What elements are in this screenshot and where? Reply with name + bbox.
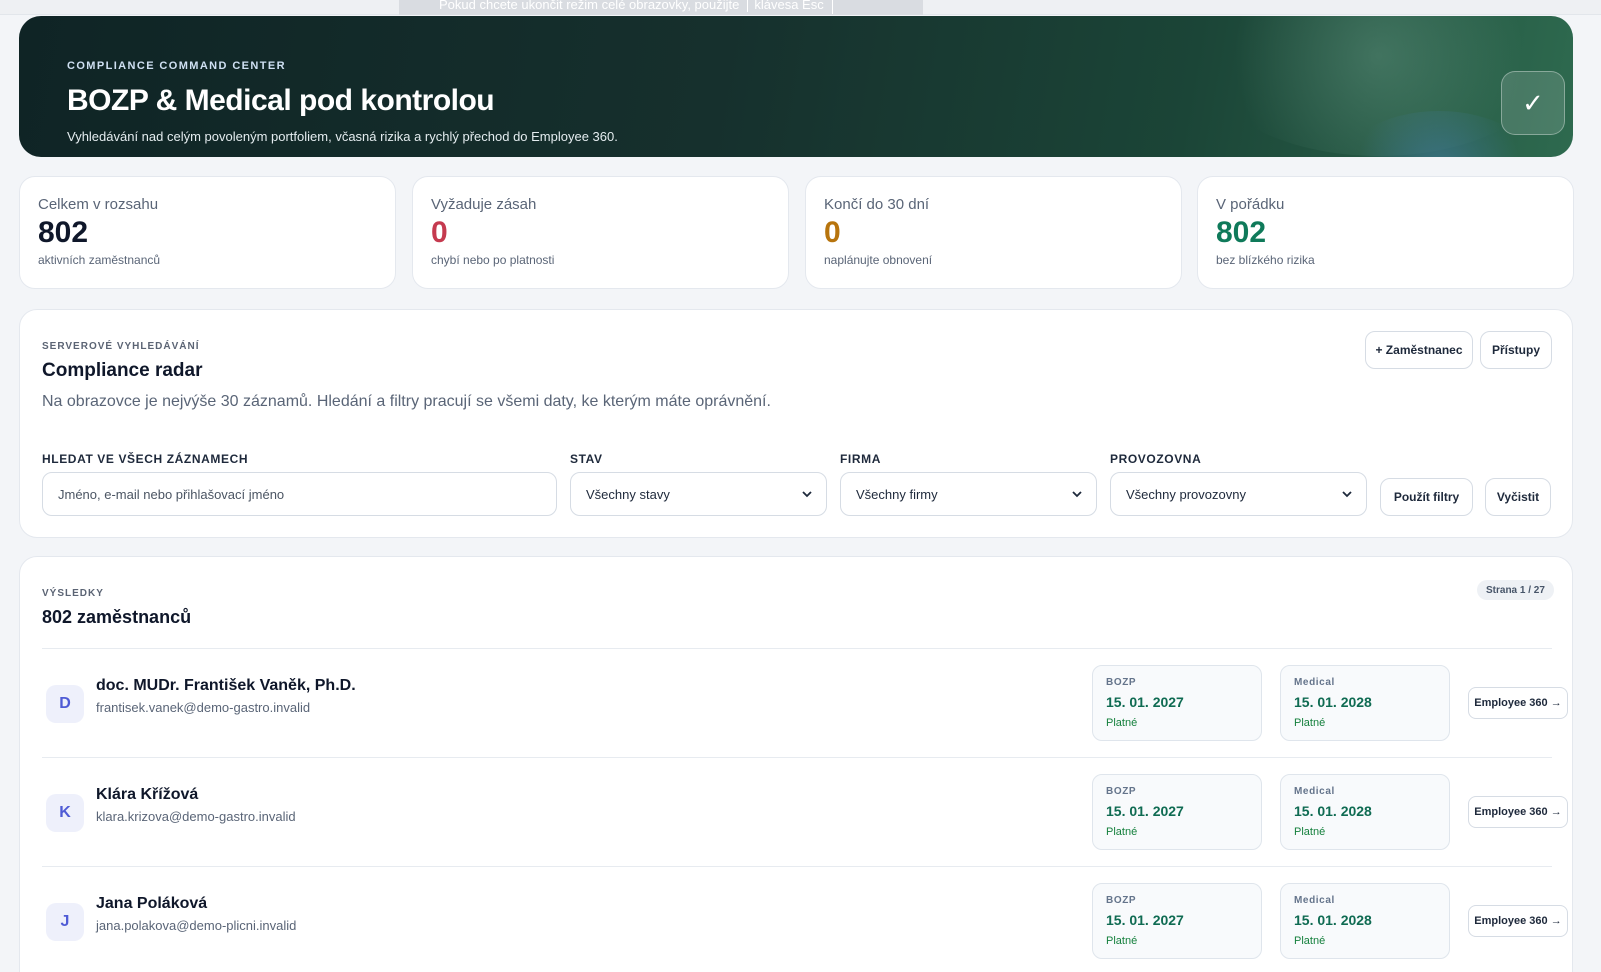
avatar: D: [46, 685, 84, 723]
search-description: Na obrazovce je nejvýše 30 záznamů. Hled…: [42, 393, 771, 410]
cert-kind: Medical: [1294, 786, 1335, 797]
chevron-down-icon: [1072, 491, 1082, 498]
stat-card-total: Celkem v rozsahu 802 aktivních zaměstnan…: [19, 176, 396, 289]
hero-subtitle: Vyhledávání nad celým povoleným portfoli…: [67, 129, 618, 144]
search-panel: SERVEROVÉ VYHLEDÁVÁNÍ Compliance radar N…: [19, 309, 1573, 538]
chevron-down-icon: [802, 491, 812, 498]
site-label: PROVOZOVNA: [1110, 452, 1202, 466]
check-icon: ✓: [1501, 71, 1565, 135]
cert-date: 15. 01. 2028: [1294, 694, 1372, 710]
results-kicker: VÝSLEDKY: [42, 588, 104, 599]
stat-label: Vyžaduje zásah: [431, 196, 537, 213]
results-title: 802 zaměstnanců: [42, 607, 192, 627]
fullscreen-hint: Pokud chcete ukončit režim celé obrazovk…: [399, 0, 923, 15]
stat-note: chybí nebo po platnosti: [431, 253, 555, 267]
employee-row[interactable]: D doc. MUDr. František Vaněk, Ph.D. fran…: [42, 648, 1568, 757]
cert-date: 15. 01. 2028: [1294, 912, 1372, 928]
status-label: STAV: [570, 452, 603, 466]
cert-kind: Medical: [1294, 677, 1335, 688]
company-label: FIRMA: [840, 452, 881, 466]
employee-360-button[interactable]: Employee 360 →: [1468, 796, 1568, 828]
employee-email: klara.krizova@demo-gastro.invalid: [96, 809, 296, 824]
bozp-card: BOZP 15. 01. 2027 Platné: [1092, 883, 1262, 959]
cert-status: Platné: [1106, 717, 1138, 729]
cert-status: Platné: [1106, 935, 1138, 947]
employee-email: jana.polakova@demo-plicni.invalid: [96, 918, 297, 933]
cert-status: Platné: [1294, 826, 1326, 838]
employee-name: doc. MUDr. František Vaněk, Ph.D.: [96, 677, 356, 694]
stat-note: aktivních zaměstnanců: [38, 253, 161, 267]
bozp-card: BOZP 15. 01. 2027 Platné: [1092, 665, 1262, 741]
cert-kind: BOZP: [1106, 895, 1137, 906]
company-select[interactable]: Všechny firmy: [840, 472, 1097, 516]
company-select-value: Všechny firmy: [856, 486, 938, 502]
stat-value: 0: [824, 216, 841, 249]
stat-value: 802: [1216, 216, 1267, 249]
employee-name: Jana Poláková: [96, 895, 208, 912]
hero-kicker: COMPLIANCE COMMAND CENTER: [67, 60, 286, 72]
cert-kind: Medical: [1294, 895, 1335, 906]
access-button[interactable]: Přístupy: [1480, 331, 1552, 369]
employee-email: frantisek.vanek@demo-gastro.invalid: [96, 700, 311, 715]
chevron-down-icon: [1342, 491, 1352, 498]
search-title: Compliance radar: [42, 360, 203, 381]
page-badge: Strana 1 / 27: [1477, 580, 1554, 600]
fullscreen-hint-divider: [831, 0, 876, 14]
stat-card-action-required: Vyžaduje zásah 0 chybí nebo po platnosti: [412, 176, 789, 289]
cert-date: 15. 01. 2027: [1106, 694, 1184, 710]
stat-note: naplánujte obnovení: [824, 253, 933, 267]
cert-status: Platné: [1106, 826, 1138, 838]
status-select-value: Všechny stavy: [586, 486, 670, 502]
stat-note: bez blízkého rizika: [1216, 253, 1315, 267]
medical-card: Medical 15. 01. 2028 Platné: [1280, 774, 1450, 850]
employee-360-button[interactable]: Employee 360 →: [1468, 687, 1568, 719]
employee-row[interactable]: J Jana Poláková jana.polakova@demo-plicn…: [42, 866, 1568, 972]
stat-value: 802: [38, 216, 89, 249]
cert-date: 15. 01. 2027: [1106, 803, 1184, 819]
browser-top-strip: Pokud chcete ukončit režim celé obrazovk…: [0, 0, 1601, 15]
apply-filters-button[interactable]: Použít filtry: [1380, 478, 1473, 516]
stat-label: V pořádku: [1216, 196, 1285, 213]
results-panel: VÝSLEDKY 802 zaměstnanců Strana 1 / 27 D…: [19, 556, 1573, 972]
site-select-value: Všechny provozovny: [1126, 486, 1246, 502]
avatar: J: [46, 903, 84, 941]
stat-card-ok: V pořádku 802 bez blízkého rizika: [1197, 176, 1574, 289]
stat-label: Celkem v rozsahu: [38, 196, 159, 213]
medical-card: Medical 15. 01. 2028 Platné: [1280, 883, 1450, 959]
employee-row[interactable]: K Klára Křížová klara.krizova@demo-gastr…: [42, 757, 1568, 866]
cert-status: Platné: [1294, 717, 1326, 729]
medical-card: Medical 15. 01. 2028 Platné: [1280, 665, 1450, 741]
page-title: BOZP & Medical pod kontrolou: [67, 84, 495, 117]
search-kicker: SERVEROVÉ VYHLEDÁVÁNÍ: [42, 341, 200, 352]
stat-label: Končí do 30 dní: [824, 196, 930, 213]
cert-kind: BOZP: [1106, 786, 1137, 797]
stat-card-expiring: Končí do 30 dní 0 naplánujte obnovení: [805, 176, 1182, 289]
clear-filters-button[interactable]: Vyčistit: [1485, 478, 1551, 516]
bozp-card: BOZP 15. 01. 2027 Platné: [1092, 774, 1262, 850]
employee-360-button[interactable]: Employee 360 →: [1468, 905, 1568, 937]
employee-name: Klára Křížová: [96, 786, 199, 803]
fullscreen-hint-text: Pokud chcete ukončit režim celé obrazovk…: [439, 0, 740, 12]
fullscreen-hint-key: klávesa Esc: [747, 0, 824, 12]
stat-value: 0: [431, 216, 448, 249]
cert-kind: BOZP: [1106, 677, 1137, 688]
site-select[interactable]: Všechny provozovny: [1110, 472, 1367, 516]
hero-banner: COMPLIANCE COMMAND CENTER BOZP & Medical…: [19, 16, 1573, 157]
add-employee-button[interactable]: + Zaměstnanec: [1365, 331, 1473, 369]
cert-status: Platné: [1294, 935, 1326, 947]
query-label: HLEDAT VE VŠECH ZÁZNAMECH: [42, 452, 249, 466]
cert-date: 15. 01. 2027: [1106, 912, 1184, 928]
avatar: K: [46, 794, 84, 832]
search-input[interactable]: Jméno, e-mail nebo přihlašovací jméno: [42, 472, 557, 516]
status-select[interactable]: Všechny stavy: [570, 472, 827, 516]
cert-date: 15. 01. 2028: [1294, 803, 1372, 819]
